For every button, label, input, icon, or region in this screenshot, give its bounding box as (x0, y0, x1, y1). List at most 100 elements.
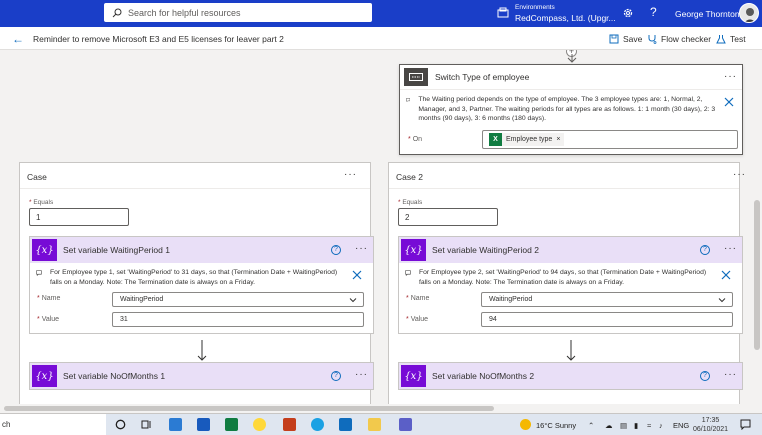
equals-label: * Equals (398, 199, 423, 206)
variable-icon: {x} (32, 239, 57, 261)
close-icon[interactable] (724, 97, 734, 107)
set-variable-action[interactable]: {x} Set variable NoOfMonths 2 ? ··· (398, 362, 743, 390)
value-label: * Value (406, 316, 429, 323)
search-box[interactable]: Search for helpful resources (104, 3, 372, 22)
on-label: * On (408, 136, 423, 143)
value-input[interactable]: 94 (481, 312, 733, 327)
cortana-icon[interactable] (115, 419, 126, 430)
gear-icon[interactable] (622, 7, 634, 19)
switch-icon (404, 68, 428, 86)
close-icon[interactable] (352, 270, 362, 280)
value-label: * Value (37, 316, 60, 323)
save-button[interactable]: Save (609, 34, 642, 44)
chevron-up-icon[interactable]: ⌃ (588, 421, 594, 430)
flow-title: Reminder to remove Microsoft E3 and E5 l… (33, 34, 284, 44)
word-icon[interactable] (197, 418, 210, 431)
flow-checker-button[interactable]: Flow checker (647, 34, 711, 44)
more-options-icon[interactable]: ··· (724, 369, 737, 380)
notification-icon[interactable] (740, 419, 751, 430)
action-header[interactable]: {x} Set variable WaitingPeriod 1 ? ··· (30, 237, 373, 263)
name-dropdown[interactable]: WaitingPeriod (481, 292, 733, 307)
close-icon[interactable] (721, 270, 731, 280)
comment-icon (405, 270, 411, 277)
back-arrow-icon[interactable]: ← (12, 32, 24, 46)
scrollbar-thumb[interactable] (754, 200, 760, 350)
switch-title: Switch Type of employee (435, 72, 530, 82)
help-icon[interactable]: ? (700, 245, 710, 255)
comment-icon (36, 270, 42, 277)
excel-icon: X (489, 133, 502, 146)
chrome-icon[interactable] (253, 418, 266, 431)
case-title: Case (27, 172, 47, 182)
case-header[interactable]: Case ··· (20, 163, 370, 189)
task-view-icon[interactable] (141, 419, 152, 430)
set-variable-action[interactable]: {x} Set variable NoOfMonths 1 ? ··· (29, 362, 374, 390)
switch-header[interactable]: Switch Type of employee (400, 65, 742, 90)
set-variable-action[interactable]: {x} Set variable WaitingPeriod 1 ? ··· F… (29, 236, 374, 334)
employee-type-token[interactable]: X Employee type × (489, 133, 565, 146)
value-input[interactable]: 31 (112, 312, 364, 327)
equals-label: * Equals (29, 199, 54, 206)
comment-icon (406, 98, 411, 103)
environment-picker[interactable]: Environments RedCompass, Ltd. (Upgr... (497, 3, 616, 23)
avatar[interactable] (739, 3, 759, 23)
search-placeholder: Search for helpful resources (128, 7, 241, 18)
arrow-down-icon (197, 340, 207, 361)
weather-text[interactable]: 16°C Sunny (536, 421, 576, 430)
battery-icon[interactable]: ▮ (634, 421, 638, 430)
file-explorer-icon[interactable] (368, 418, 381, 431)
help-icon[interactable]: ? (331, 245, 341, 255)
action-header[interactable]: {x} Set variable NoOfMonths 1 ? ··· (30, 363, 373, 389)
on-field[interactable]: X Employee type × (482, 130, 738, 149)
help-icon[interactable]: ? (331, 371, 341, 381)
taskbar-search[interactable]: ch (0, 414, 106, 435)
save-icon (609, 34, 619, 44)
help-icon[interactable]: ? (700, 371, 710, 381)
powerpoint-icon[interactable] (283, 418, 296, 431)
action-note: For Employee type 2, set 'WaitingPeriod'… (405, 268, 715, 287)
name-dropdown[interactable]: WaitingPeriod (112, 292, 364, 307)
top-header: Search for helpful resources Environment… (0, 0, 762, 27)
stethoscope-icon (648, 35, 657, 44)
vertical-scrollbar[interactable] (752, 50, 762, 404)
case-header[interactable]: Case 2 ··· (389, 163, 745, 189)
onedrive-icon[interactable]: ☁ (605, 421, 613, 430)
language-indicator[interactable]: ENG (673, 421, 689, 430)
search-icon (112, 8, 122, 17)
network-icon[interactable]: ▤ (620, 421, 627, 430)
arrow-down-icon (567, 54, 577, 63)
token-remove-icon[interactable]: × (556, 136, 560, 143)
edge-icon[interactable] (311, 418, 324, 431)
action-title: Set variable NoOfMonths 1 (63, 371, 166, 381)
clock[interactable]: 17:35 06/10/2021 (693, 416, 728, 434)
flask-icon (716, 35, 726, 44)
more-options-icon[interactable]: ··· (355, 369, 368, 380)
teams-icon[interactable] (399, 418, 412, 431)
action-title: Set variable WaitingPeriod 2 (432, 245, 539, 255)
more-options-icon[interactable]: ··· (724, 243, 737, 254)
help-icon[interactable]: ? (650, 5, 657, 19)
more-options-icon[interactable]: ··· (724, 71, 737, 82)
switch-card[interactable]: Switch Type of employee ··· The Waiting … (399, 64, 743, 155)
volume-icon[interactable]: ♪ (659, 421, 663, 430)
action-title: Set variable NoOfMonths 2 (432, 371, 535, 381)
more-options-icon[interactable]: ··· (733, 169, 746, 180)
store-icon[interactable] (169, 418, 182, 431)
switch-note: The Waiting period depends on the type o… (406, 95, 728, 124)
equals-input[interactable]: 1 (29, 208, 129, 226)
horizontal-scrollbar[interactable] (0, 404, 762, 413)
action-header[interactable]: {x} Set variable WaitingPeriod 2 ? ··· (399, 237, 742, 263)
scrollbar-thumb[interactable] (4, 406, 494, 411)
set-variable-action[interactable]: {x} Set variable WaitingPeriod 2 ? ··· F… (398, 236, 743, 334)
wifi-icon[interactable]: ≈ (647, 421, 651, 430)
excel-icon[interactable] (225, 418, 238, 431)
user-name: George Thornton (675, 9, 740, 19)
name-label: * Name (406, 295, 430, 302)
equals-input[interactable]: 2 (398, 208, 498, 226)
action-note: For Employee type 1, set 'WaitingPeriod'… (36, 268, 346, 287)
test-button[interactable]: Test (716, 34, 746, 44)
more-options-icon[interactable]: ··· (344, 169, 357, 180)
action-header[interactable]: {x} Set variable NoOfMonths 2 ? ··· (399, 363, 742, 389)
more-options-icon[interactable]: ··· (355, 243, 368, 254)
outlook-icon[interactable] (339, 418, 352, 431)
